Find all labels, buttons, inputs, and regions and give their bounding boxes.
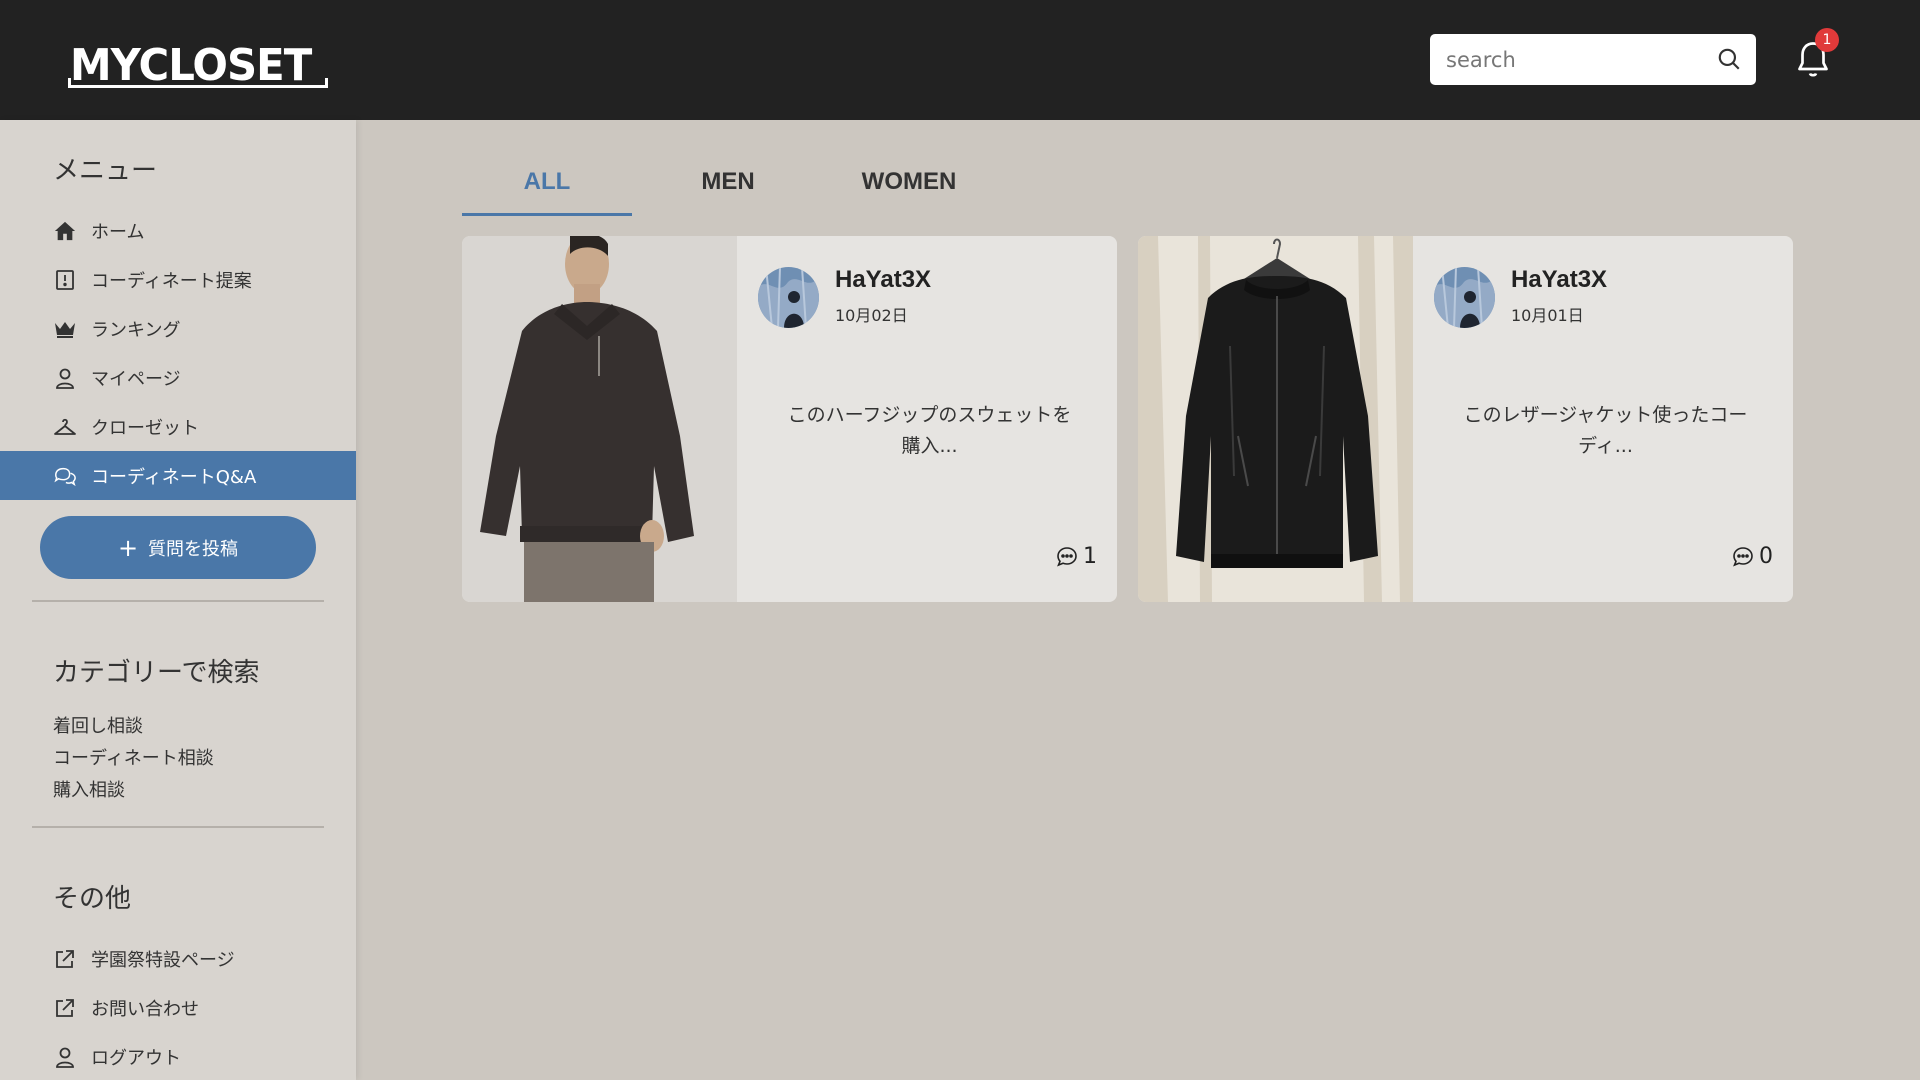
- sidebar-item-label: ランキング: [91, 319, 181, 341]
- sidebar-item-label: ログアウト: [91, 1047, 181, 1069]
- post-username: HaYat3X: [835, 266, 932, 293]
- sidebar-item-home[interactable]: ホーム: [0, 206, 356, 255]
- user-icon: [53, 366, 77, 390]
- tab-women[interactable]: WOMEN: [824, 160, 994, 216]
- comment-icon: [1733, 546, 1753, 566]
- comment-count-value: 1: [1083, 544, 1097, 569]
- sidebar-item-label: クローゼット: [91, 417, 199, 439]
- logo[interactable]: MYCLOSET: [68, 30, 329, 91]
- avatar[interactable]: [758, 267, 819, 328]
- search-icon[interactable]: [1716, 46, 1742, 72]
- post-card[interactable]: HaYat3X 10月02日 このハーフジップのスウェットを 購入... 1: [462, 236, 1117, 602]
- post-question-label: 質問を投稿: [148, 538, 239, 560]
- divider: [32, 826, 324, 828]
- sidebar-item-coordinate-suggestion[interactable]: コーディネート提案: [0, 255, 356, 304]
- crown-icon: [53, 317, 77, 341]
- post-card[interactable]: HaYat3X 10月01日 このレザージャケット使ったコー ディ... 0: [1138, 236, 1793, 602]
- post-excerpt-line: このハーフジップのスウェットを: [787, 404, 1072, 426]
- category-link[interactable]: 購入相談: [53, 776, 125, 802]
- logo-text: MYCLOSET: [70, 40, 312, 91]
- sidebar-item-label: マイページ: [91, 368, 181, 390]
- search-box: [1430, 34, 1756, 85]
- sidebar-item-ranking[interactable]: ランキング: [0, 304, 356, 353]
- notification-badge: 1: [1815, 28, 1839, 52]
- search-input[interactable]: [1446, 47, 1706, 72]
- post-excerpt-line: 購入...: [901, 435, 958, 457]
- sidebar-item-festival-page[interactable]: 学園祭特設ページ: [0, 934, 356, 983]
- user-icon: [53, 1045, 77, 1069]
- post-excerpt: このレザージャケット使ったコー ディ...: [1438, 400, 1773, 462]
- post-date: 10月02日: [835, 306, 908, 325]
- sidebar-item-label: 学園祭特設ページ: [91, 949, 235, 971]
- external-link-icon: [53, 996, 77, 1020]
- sidebar-item-coordinate-qa[interactable]: コーディネートQ&A: [0, 451, 356, 500]
- post-image-leather-jacket: [1138, 236, 1413, 602]
- comment-icon: [1057, 546, 1077, 566]
- post-excerpt-line: このレザージャケット使ったコー: [1463, 404, 1748, 426]
- top-header: MYCLOSET 1: [0, 0, 1920, 120]
- tab-all[interactable]: ALL: [462, 160, 632, 216]
- sidebar-item-label: お問い合わせ: [91, 998, 199, 1020]
- other-heading: その他: [53, 884, 132, 914]
- chat-icon: [53, 464, 77, 488]
- plus-icon: +: [117, 533, 139, 562]
- home-icon: [53, 219, 77, 243]
- category-link[interactable]: コーディネート相談: [53, 744, 214, 770]
- post-date: 10月01日: [1511, 306, 1584, 325]
- post-excerpt: このハーフジップのスウェットを 購入...: [762, 400, 1097, 462]
- post-excerpt-line: ディ...: [1578, 435, 1633, 457]
- comment-count: 1: [1055, 544, 1097, 569]
- sidebar: メニュー ホーム コーディネート提案 ランキング マイページ クローゼット コー…: [0, 120, 356, 1080]
- sidebar-item-logout[interactable]: ログアウト: [0, 1032, 356, 1080]
- post-question-button[interactable]: + 質問を投稿: [40, 516, 316, 579]
- hanger-icon: [53, 415, 77, 439]
- sidebar-item-label: ホーム: [91, 221, 145, 243]
- menu-heading: メニュー: [53, 156, 158, 186]
- sidebar-item-label: コーディネート提案: [91, 270, 252, 292]
- category-link[interactable]: 着回し相談: [53, 712, 143, 738]
- suggestion-icon: [53, 268, 77, 292]
- post-username: HaYat3X: [1511, 266, 1608, 293]
- post-image-sweatshirt: [462, 236, 737, 602]
- category-heading: カテゴリーで検索: [53, 658, 260, 688]
- avatar[interactable]: [1434, 267, 1495, 328]
- sidebar-item-closet[interactable]: クローゼット: [0, 402, 356, 451]
- tab-men[interactable]: MEN: [643, 160, 813, 216]
- sidebar-item-mypage[interactable]: マイページ: [0, 353, 356, 402]
- sidebar-item-label: コーディネートQ&A: [91, 466, 257, 488]
- comment-count-value: 0: [1759, 544, 1773, 569]
- divider: [32, 600, 324, 602]
- comment-count: 0: [1731, 544, 1773, 569]
- external-link-icon: [53, 947, 77, 971]
- sidebar-item-contact[interactable]: お問い合わせ: [0, 983, 356, 1032]
